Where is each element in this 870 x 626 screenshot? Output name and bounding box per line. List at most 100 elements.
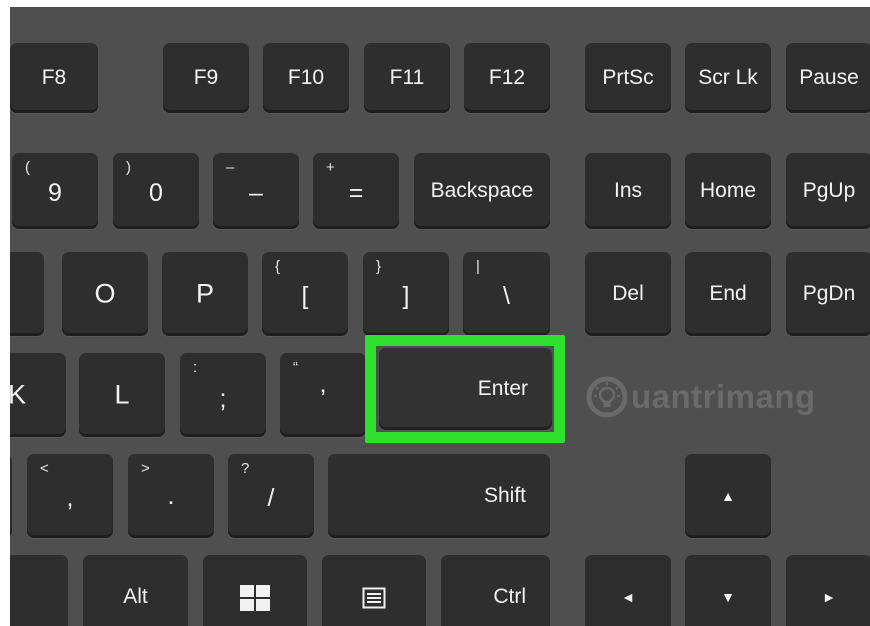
key-scrlk[interactable]: Scr Lk [685,43,771,113]
key-lbracket[interactable]: {[ [262,252,348,336]
key-quote-shift-label: “ [293,359,298,376]
key-comma-label: , [66,484,74,512]
key-l[interactable]: L [79,353,165,437]
key-period[interactable]: >. [128,454,214,538]
key-ctrl[interactable]: Ctrl [441,555,550,626]
key-m-partial[interactable] [10,454,12,538]
watermark-text: uantrimang [631,378,816,415]
key-9[interactable]: (9 [12,153,98,229]
key-k-label: K [10,379,26,410]
menu-icon [362,587,386,609]
key-quote[interactable]: “’ [280,353,366,437]
key-comma[interactable]: <, [27,454,113,538]
watermark-logo: uantrimang [585,372,816,422]
key-pause-label: Pause [799,66,859,89]
key-f10-label: F10 [287,66,325,89]
key-equals[interactable]: + = [313,153,399,229]
arrow-up-icon: ▲ [721,488,735,504]
key-pgdn[interactable]: PgDn [786,252,870,336]
key-o[interactable]: O [62,252,148,336]
key-pgdn-label: PgDn [802,282,856,305]
key-prtsc[interactable]: PrtSc [585,43,671,113]
key-end-label: End [709,282,747,305]
arrow-left-icon: ◄ [621,589,635,605]
key-rbracket-label: ] [402,282,410,310]
key-ins-label: Ins [613,179,642,202]
key-lbracket-shift-label: { [275,258,281,275]
key-backslash[interactable]: | \ [463,252,550,336]
enter-highlight-frame [365,335,565,443]
key-slash-shift-label: ? [241,460,250,477]
key-ins[interactable]: Ins [585,153,671,229]
key-l-label: L [114,379,130,410]
key-backspace[interactable]: Backspace [414,153,550,229]
key-rbracket-shift-label: } [376,258,382,275]
key-minus[interactable]: – – [213,153,299,229]
key-f9-label: F9 [193,66,219,89]
key-alt-label: Alt [123,585,148,608]
key-semicolon-shift-label: : [193,359,198,376]
key-0-shift-label: ) [126,159,131,176]
key-semicolon[interactable]: :; [180,353,266,437]
key-o-label: O [94,278,116,309]
key-f9[interactable]: F9 [163,43,249,113]
key-del[interactable]: Del [585,252,671,336]
lightbulb-icon [586,376,628,418]
key-f12-label: F12 [488,66,526,89]
key-home[interactable]: Home [685,153,771,229]
key-prtsc-label: PrtSc [602,66,654,89]
key-pgup-label: PgUp [802,179,856,202]
arrow-right-icon: ► [822,589,836,605]
key-fn-partial[interactable] [10,555,68,626]
key-slash[interactable]: ? / [228,454,314,538]
key-f10[interactable]: F10 [263,43,349,113]
key-semicolon-label: ; [219,385,227,413]
key-windows[interactable] [203,555,307,626]
key-f11[interactable]: F11 [364,43,450,113]
key-arrow-up[interactable]: ▲ [685,454,771,538]
key-alt[interactable]: Alt [83,555,188,626]
key-minus-label: – [249,179,263,207]
key-pgup[interactable]: PgUp [786,153,870,229]
key-minus-shift-label: – [226,159,235,176]
key-f12[interactable]: F12 [464,43,550,113]
key-ctrl-label: Ctrl [493,585,526,608]
windows-logo-icon [240,585,270,611]
key-arrow-down[interactable]: ▼ [685,555,771,626]
key-i-partial[interactable] [10,252,44,336]
key-k[interactable]: K [10,353,66,437]
key-comma-shift-label: < [40,460,49,477]
key-f11-label: F11 [389,66,425,89]
key-f8-label: F8 [41,66,67,89]
key-0[interactable]: ) 0 [113,153,199,229]
key-home-label: Home [699,179,757,202]
key-shift[interactable]: Shift [328,454,550,538]
key-rbracket[interactable]: }] [363,252,449,336]
key-p[interactable]: P [162,252,248,336]
key-pause[interactable]: Pause [786,43,870,113]
key-del-label: Del [612,282,644,305]
key-backslash-shift-label: | [476,258,480,275]
arrow-down-icon: ▼ [721,589,735,605]
key-menu[interactable] [322,555,426,626]
key-end[interactable]: End [685,252,771,336]
key-lbracket-label: [ [301,282,309,310]
keyboard: F8 F9 F10 F11 F12 PrtSc Scr Lk Pause (9 … [10,7,870,626]
key-equals-label: = [348,179,364,207]
key-period-shift-label: > [141,460,150,477]
key-period-label: . [167,482,175,510]
key-backspace-label: Backspace [430,179,534,202]
key-9-shift-label: ( [25,159,30,176]
key-equals-shift-label: + [326,159,335,176]
key-0-label: 0 [149,179,163,207]
key-9-label: 9 [48,179,62,207]
key-slash-label: / [267,484,275,512]
key-arrow-right[interactable]: ► [786,555,870,626]
key-arrow-left[interactable]: ◄ [585,555,671,626]
key-shift-label: Shift [483,484,526,507]
key-scrlk-label: Scr Lk [698,66,758,89]
key-f8[interactable]: F8 [10,43,98,113]
key-p-label: P [195,278,214,309]
key-quote-label: ’ [320,385,326,413]
key-backslash-label: \ [503,282,510,310]
